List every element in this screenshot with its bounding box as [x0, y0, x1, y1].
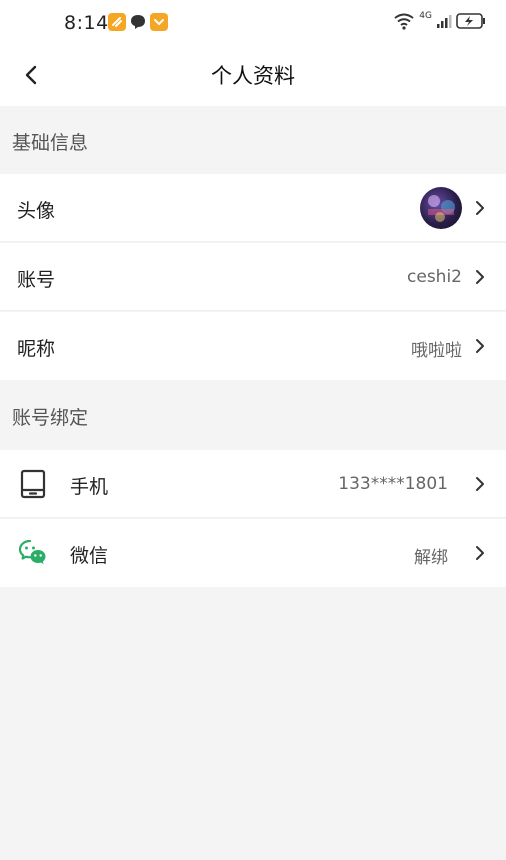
app-badge-icon [150, 13, 168, 31]
row-label: 昵称 [17, 338, 56, 360]
row-nickname[interactable]: 昵称 哦啦啦 [0, 312, 506, 380]
row-avatar[interactable]: 头像 [0, 174, 506, 242]
notification-icons [108, 13, 168, 31]
row-label: 账号 [17, 269, 56, 291]
chevron-right-icon [476, 201, 484, 215]
row-account[interactable]: 账号 ceshi2 [0, 243, 506, 311]
divider [0, 310, 506, 311]
status-time: 8:14 [64, 12, 109, 34]
nav-bar: 个人资料 [0, 44, 506, 106]
status-bar: 8:14 4G [0, 0, 506, 44]
section-title: 基础信息 [12, 132, 89, 154]
system-icons: 4G [393, 11, 486, 30]
nickname-value: 哦啦啦 [411, 341, 462, 361]
wechat-icon [18, 539, 46, 564]
section-title: 账号绑定 [12, 407, 89, 429]
chevron-right-icon [476, 477, 484, 491]
signal-icon [437, 15, 452, 28]
app-badge-icon [108, 13, 126, 31]
section-header-basic-info: 基础信息 [0, 106, 506, 174]
row-label: 微信 [70, 545, 109, 567]
row-label: 手机 [70, 476, 109, 498]
chevron-right-icon [476, 339, 484, 353]
chevron-right-icon [476, 546, 484, 560]
page-title: 个人资料 [211, 64, 295, 88]
divider [0, 241, 506, 242]
row-label: 头像 [17, 200, 56, 222]
account-value: ceshi2 [407, 267, 462, 287]
section-header-account-binding: 账号绑定 [0, 381, 506, 449]
battery-icon [456, 13, 485, 29]
network-type: 4G [419, 11, 432, 21]
chevron-right-icon [476, 270, 484, 284]
chat-bubble-icon [131, 15, 145, 29]
phone-icon [20, 469, 46, 499]
avatar [420, 187, 462, 229]
row-phone[interactable]: 手机 133****1801 [0, 450, 506, 518]
unbind-button[interactable]: 解绑 [414, 543, 448, 568]
wifi-icon [394, 13, 414, 30]
row-wechat[interactable]: 微信 解绑 [0, 519, 506, 587]
divider [0, 517, 506, 518]
phone-value: 133****1801 [338, 474, 448, 494]
